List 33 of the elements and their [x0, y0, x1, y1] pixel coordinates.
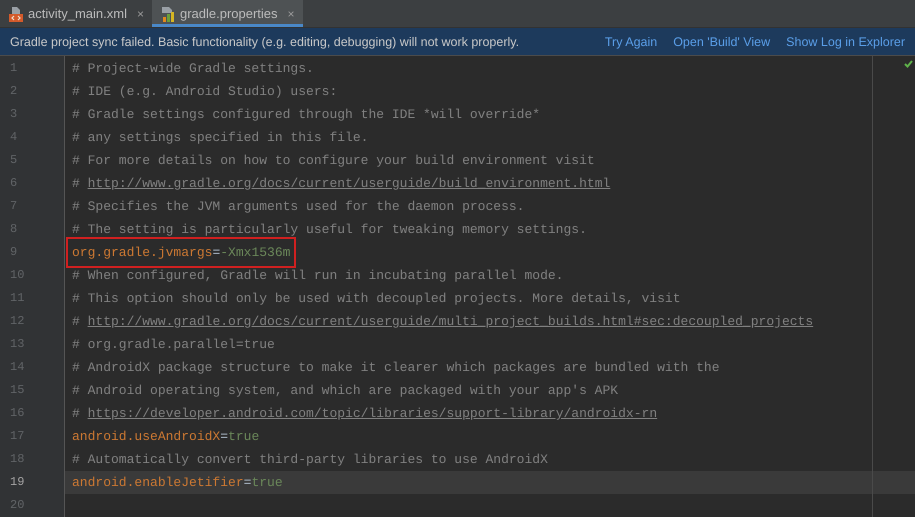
code-comment: # IDE (e.g. Android Studio) users: [72, 84, 338, 99]
action-link[interactable]: Show Log in Explorer [786, 34, 905, 48]
code-comment: # This option should only be used with decoupled projects. More details, visit [72, 291, 680, 306]
action-link[interactable]: Try Again [604, 34, 658, 48]
comment-link[interactable]: https://developer.android.com/topic/libraries/support-library/androidx-rn [88, 406, 658, 421]
editor-tab[interactable]: gradle.properties × [152, 0, 303, 27]
comment-link[interactable]: http://www.gradle.org/docs/current/userguide/multi_project_builds.html#sec:decoupled_projects [88, 314, 814, 329]
property-line: android.useAndroidX=true [72, 428, 260, 446]
comment-link[interactable]: http://www.gradle.org/docs/current/userguide/build_environment.html [88, 176, 610, 191]
close-icon[interactable]: × [136, 6, 144, 20]
xml-file-icon [8, 6, 24, 22]
code-comment: # When configured, Gradle will run in incubating parallel mode. [72, 268, 564, 283]
bar-chart-file-icon [160, 6, 176, 22]
line-number: 19 [10, 475, 24, 489]
comment-mark: # [72, 406, 80, 421]
close-icon[interactable]: × [288, 6, 295, 20]
editor-tab[interactable]: activity_main.xml × [0, 0, 152, 27]
code-comment: # Automatically convert third-party libraries to use AndroidX [72, 452, 548, 467]
checkmark-icon[interactable] [904, 60, 913, 68]
comment-mark: # [72, 176, 80, 191]
code-comment: # Project-wide Gradle settings. [72, 61, 314, 76]
code-comment: # Gradle settings configured through the IDE *will override* [72, 107, 540, 122]
code-comment: # Android operating system, and which are packaged with your app's APK [72, 383, 618, 398]
action-link[interactable]: Open 'Build' View [673, 34, 770, 48]
code-comment: # AndroidX package structure to make it clearer which packages are bundled with the [72, 360, 720, 375]
comment-mark: # [72, 314, 80, 329]
code-comment: # org.gradle.parallel=true [72, 337, 275, 352]
code-comment: # Specifies the JVM arguments used for the daemon process. [72, 199, 524, 214]
code-comment: # For more details on how to configure your build environment visit [72, 153, 595, 168]
property-line: android.enableJetifier=true [72, 474, 283, 492]
notification-message: Gradle project sync failed. Basic functionality (e.g. editing, debugging) will not work properly. [10, 34, 520, 48]
code-comment: # any settings specified in this file. [72, 130, 368, 145]
code-comment: # The setting is particularly useful for tweaking memory settings. [72, 222, 587, 237]
